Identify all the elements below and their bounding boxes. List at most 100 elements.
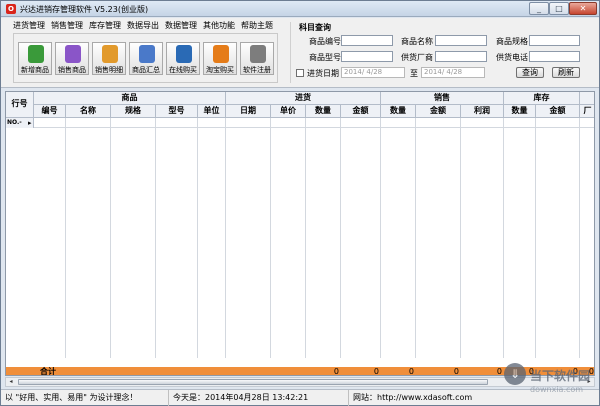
group-stock-header: 库存 [504, 92, 580, 105]
query-button[interactable]: 查询 [516, 67, 544, 78]
date-from-picker[interactable]: 2014/ 4/28 [341, 67, 405, 78]
product-name-input[interactable] [435, 35, 487, 46]
grid-line [503, 118, 504, 358]
refresh-button[interactable]: 刷新 [552, 67, 580, 78]
supplier-input[interactable] [435, 51, 487, 62]
grid-line [155, 118, 156, 358]
online-buy-icon [176, 45, 192, 63]
register-icon [250, 45, 266, 63]
watermark-subtext: downxia.com [530, 385, 584, 394]
scroll-thumb[interactable] [18, 379, 488, 385]
col-purchase-amount: 金额 [341, 105, 381, 118]
title-bar[interactable]: O 兴达进销存管理软件 V5.23(创业版) _ □ ✕ [1, 1, 599, 17]
grid-line [340, 118, 341, 358]
status-slogan: 以 "好用、实用、易用" 为设计理念！ [1, 390, 169, 406]
col-price: 单价 [271, 105, 306, 118]
pie-chart-icon [139, 45, 155, 63]
toolbar: 新增商品 销售商品 销售明细 商品汇总 在线购买 淘宝购买 软件注册 [13, 33, 278, 83]
add-product-button[interactable]: 新增商品 [18, 42, 52, 75]
taobao-buy-button[interactable]: 淘宝购买 [203, 42, 237, 75]
col-spec: 规格 [111, 105, 156, 118]
grid-line [110, 118, 111, 358]
query-title: 科目查询 [299, 23, 331, 32]
menu-help[interactable]: 帮助主题 [241, 20, 273, 31]
window-title: 兴达进销存管理软件 V5.23(创业版) [20, 5, 149, 14]
total-sales-amount: 0 [453, 367, 459, 376]
online-buy-button[interactable]: 在线购买 [166, 42, 200, 75]
grid-line [415, 118, 416, 358]
taobao-icon [213, 45, 229, 63]
menu-other[interactable]: 其他功能 [203, 20, 235, 31]
sell-product-button[interactable]: 销售商品 [55, 42, 89, 75]
menu-sales[interactable]: 销售管理 [51, 20, 83, 31]
col-sales-amount: 金额 [416, 105, 461, 118]
col-model: 型号 [156, 105, 198, 118]
product-spec-label: 商品规格 [496, 37, 528, 46]
grid-line [579, 118, 580, 358]
watermark-logo-icon: ⇓ [504, 363, 526, 385]
product-code-label: 商品编号 [309, 37, 341, 46]
group-extra-header [580, 92, 594, 105]
total-purchase-amount: 0 [373, 367, 379, 376]
supplier-label: 供货厂商 [401, 53, 433, 62]
total-sales-qty: 0 [408, 367, 414, 376]
data-grid[interactable]: 行号 商品 进货 销售 库存 编号 名称 规格 型号 单位 日期 单价 数量 金… [5, 91, 595, 376]
sales-detail-button[interactable]: 销售明细 [92, 42, 126, 75]
maximize-button[interactable]: □ [549, 2, 569, 15]
purchase-date-label: 进货日期 [307, 69, 339, 78]
grid-line [380, 118, 381, 358]
users-icon [102, 45, 118, 63]
minimize-button[interactable]: _ [529, 2, 549, 15]
menu-data[interactable]: 数据管理 [165, 20, 197, 31]
group-product-header: 商品 [34, 92, 226, 105]
date-to-label: 至 [410, 69, 418, 78]
cube-icon [65, 45, 81, 63]
row-number-header: 行号 [6, 92, 34, 118]
col-manufacturer: 厂 [580, 105, 594, 118]
watermark: ⇓ 当下软件园 downxia.com [504, 363, 594, 403]
close-button[interactable]: ✕ [569, 2, 597, 15]
top-panel: 进货管理 销售管理 库存管理 数据导出 数据管理 其他功能 帮助主题 新增商品 … [1, 18, 599, 88]
menu-export[interactable]: 数据导出 [127, 20, 159, 31]
query-panel: 科目查询 商品编号 商品名称 商品规格 商品型号 供货厂商 供货电话 进货日期 … [290, 22, 593, 83]
col-code: 编号 [34, 105, 66, 118]
supplier-phone-input[interactable] [529, 51, 580, 62]
col-profit: 利润 [461, 105, 504, 118]
watermark-text: 当下软件园 [530, 369, 591, 383]
grid-line [460, 118, 461, 358]
total-label: 合计 [40, 367, 56, 376]
product-code-input[interactable] [341, 35, 393, 46]
col-sales-qty: 数量 [381, 105, 416, 118]
col-date: 日期 [226, 105, 271, 118]
table-row[interactable] [6, 118, 594, 128]
supplier-phone-label: 供货电话 [496, 53, 528, 62]
total-profit: 0 [496, 367, 502, 376]
grid-line [270, 118, 271, 358]
col-stock-amount: 金额 [536, 105, 580, 118]
grid-line [225, 118, 226, 358]
col-stock-qty: 数量 [504, 105, 536, 118]
group-purchase-header: 进货 [226, 92, 381, 105]
col-name: 名称 [66, 105, 111, 118]
purchase-date-checkbox[interactable] [296, 69, 304, 77]
grid-line [197, 118, 198, 358]
menu-purchase[interactable]: 进货管理 [13, 20, 45, 31]
col-purchase-qty: 数量 [306, 105, 341, 118]
total-purchase-qty: 0 [333, 367, 339, 376]
status-datetime: 今天是：2014年04月28日 13:42:21 [169, 390, 349, 406]
grid-line [65, 118, 66, 358]
product-summary-button[interactable]: 商品汇总 [129, 42, 163, 75]
app-window: O 兴达进销存管理软件 V5.23(创业版) _ □ ✕ 进货管理 销售管理 库… [0, 0, 600, 406]
app-logo-icon: O [6, 4, 16, 14]
date-to-picker[interactable]: 2014/ 4/28 [421, 67, 485, 78]
product-name-label: 商品名称 [401, 37, 433, 46]
scroll-left-icon[interactable]: ◂ [6, 378, 16, 386]
document-add-icon [28, 45, 44, 63]
register-button[interactable]: 软件注册 [240, 42, 274, 75]
col-unit: 单位 [198, 105, 226, 118]
menu-inventory[interactable]: 库存管理 [89, 20, 121, 31]
product-model-input[interactable] [341, 51, 393, 62]
group-sales-header: 销售 [381, 92, 504, 105]
grid-line [305, 118, 306, 358]
product-spec-input[interactable] [529, 35, 580, 46]
